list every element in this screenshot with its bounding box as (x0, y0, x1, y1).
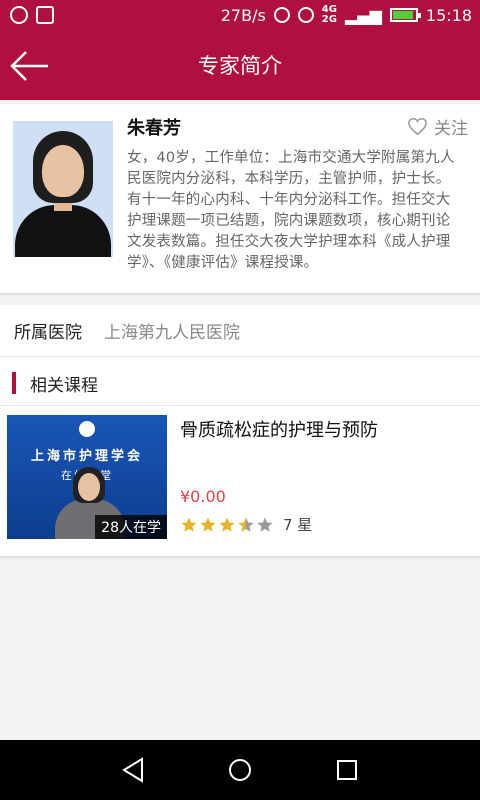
battery-fill (392, 11, 413, 19)
course-item[interactable]: 上海市护理学会 在线课堂 28人在学 骨质疏松症的护理与预防 ¥0.00 7 星 (0, 406, 480, 546)
presenter-face (78, 473, 100, 501)
expert-photo (13, 121, 113, 257)
hospital-value: 上海第九人民医院 (104, 323, 240, 343)
nav-back-icon[interactable] (118, 754, 150, 786)
star-icon (200, 517, 216, 532)
course-price: ¥0.00 (180, 487, 226, 506)
rating-label: 7 星 (283, 516, 313, 534)
related-courses-card: 相关课程 上海市护理学会 在线课堂 28人在学 骨质疏松症的护理与预防 ¥0.0… (0, 357, 480, 557)
section-accent-bar (12, 372, 16, 394)
nav-recents-icon[interactable] (331, 754, 363, 786)
course-thumbnail: 上海市护理学会 在线课堂 28人在学 (7, 415, 167, 539)
system-nav-bar (0, 740, 480, 800)
network-type: 4G 2G (322, 5, 337, 25)
star-icon (257, 517, 273, 532)
alarm-icon (297, 7, 314, 23)
thumb-banner: 上海市护理学会 (30, 449, 143, 464)
app-bar: 专家简介 (0, 32, 480, 100)
follow-button[interactable]: 关注 (407, 114, 468, 139)
star-icon (238, 517, 254, 532)
section-title: 相关课程 (30, 375, 98, 396)
section-header: 相关课程 (12, 371, 98, 396)
vibrate-icon (273, 7, 290, 23)
star-icon (219, 517, 235, 532)
heart-icon (408, 117, 427, 136)
status-bar: 27B/s 4G 2G ▂▄▆ 15:18 (0, 0, 480, 32)
battery-icon (389, 8, 421, 22)
network-speed: 27B/s (220, 5, 266, 25)
qq-notification-icon (10, 6, 28, 24)
status-right: 27B/s 4G 2G ▂▄▆ 15:18 (221, 5, 472, 25)
page-title: 专家简介 (198, 54, 282, 78)
hospital-label: 所属医院 (14, 323, 82, 343)
notification-icons (10, 6, 54, 24)
learners-count: 28人在学 (95, 515, 167, 539)
course-rating: 7 星 (180, 514, 312, 535)
expert-bio: 女，40岁，工作单位：上海市交通大学附属第九人民医院内分泌科，本科学历，主管护师… (127, 150, 455, 271)
follow-label: 关注 (434, 119, 468, 139)
photo-face (42, 145, 84, 197)
hospital-row: 所属医院 上海第九人民医院 (0, 305, 480, 357)
expert-name: 朱春芳 (127, 118, 181, 139)
star-icon (181, 517, 197, 532)
network-bottom-label: 2G (321, 14, 337, 25)
nav-home-icon[interactable] (224, 754, 256, 786)
association-logo-icon (79, 421, 95, 437)
clock: 15:18 (425, 5, 472, 25)
signal-icon: ▂▄▆ (344, 5, 382, 25)
photo-body (15, 205, 111, 257)
course-title[interactable]: 骨质疏松症的护理与预防 (180, 416, 378, 442)
image-notification-icon (36, 6, 54, 24)
rating-stars (180, 516, 275, 534)
